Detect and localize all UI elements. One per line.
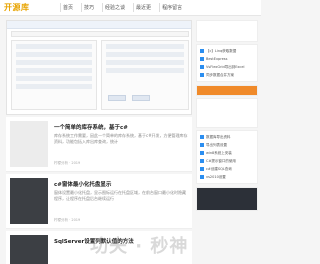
sidebar-link-label: 【c】Linq获取数据 xyxy=(206,49,237,53)
window-button xyxy=(132,95,150,101)
sidebar-link[interactable]: 数据库导出资料 xyxy=(200,133,254,141)
bullet-icon xyxy=(200,159,204,163)
sidebar-link-label: vs2010设置 xyxy=(206,175,226,179)
sidebar-link[interactable]: 同步数据合并方案 xyxy=(200,71,254,79)
sidebar-link-label: 导出列表设置 xyxy=(206,143,227,147)
sidebar-ad-dark[interactable] xyxy=(196,187,258,211)
sidebar-link-label: c#创建SQL查询 xyxy=(206,167,232,171)
article-excerpt: 库存系统工作需要，因此一个简单的库存系统，基于c#开发，方便管理库存资料，功能包… xyxy=(54,133,188,144)
main-column: 一个简单的库存系统，基于c# 库存系统工作需要，因此一个简单的库存系统，基于c#… xyxy=(6,20,192,264)
sidebar-link[interactable]: 导出列表设置 xyxy=(200,141,254,149)
bullet-icon xyxy=(200,49,204,53)
featured-screenshot[interactable] xyxy=(6,20,192,115)
article-meta: 柠檬分析 · 2019 xyxy=(54,218,81,222)
bullet-icon xyxy=(200,175,204,179)
sidebar-link[interactable]: 【c】Linq获取数据 xyxy=(200,47,254,55)
article-meta: 柠檬分析 · 2019 xyxy=(54,161,81,165)
sidebar-link-label: C#提示窗口的使用 xyxy=(206,159,236,163)
top-nav-bar: 开源库 首页 技巧 经验之谈 最近更 程序留言 xyxy=(0,0,261,16)
window-title-bar xyxy=(7,21,191,29)
bullet-icon xyxy=(200,73,204,77)
bullet-icon xyxy=(200,65,204,69)
site-logo[interactable]: 开源库 xyxy=(4,2,30,13)
sidebar: 【c】Linq获取数据 BestExpress VsFlexGrid导出到Exc… xyxy=(196,20,258,213)
sidebar-list: 【c】Linq获取数据 BestExpress VsFlexGrid导出到Exc… xyxy=(196,44,258,82)
sidebar-ad[interactable] xyxy=(196,98,258,128)
bullet-icon xyxy=(200,57,204,61)
sidebar-link[interactable]: VsFlexGrid导出到Excel xyxy=(200,63,254,71)
sidebar-link-label: 同步数据合并方案 xyxy=(206,73,234,77)
bullet-icon xyxy=(200,135,204,139)
article-thumbnail[interactable] xyxy=(10,235,48,264)
nav-item-tips[interactable]: 技巧 xyxy=(81,3,96,12)
main-nav: 首页 技巧 经验之谈 最近更 程序留言 xyxy=(60,3,184,12)
article-card[interactable]: 一个简单的库存系统，基于c# 库存系统工作需要，因此一个简单的库存系统，基于c#… xyxy=(6,117,192,172)
sidebar-link[interactable]: win8系统上安装 xyxy=(200,149,254,157)
article-title[interactable]: c#窗体最小化托盘显示 xyxy=(54,180,111,188)
sidebar-link-label: 数据库导出资料 xyxy=(206,135,231,139)
sidebar-link[interactable]: c#创建SQL查询 xyxy=(200,165,254,173)
article-thumbnail[interactable] xyxy=(10,121,48,167)
sidebar-list: 数据库导出资料 导出列表设置 win8系统上安装 C#提示窗口的使用 c#创建S… xyxy=(196,130,258,184)
window-button xyxy=(108,95,126,101)
nav-item-experience[interactable]: 经验之谈 xyxy=(102,3,127,12)
sidebar-link[interactable]: vs2010设置 xyxy=(200,173,254,181)
nav-item-recent[interactable]: 最近更 xyxy=(133,3,153,12)
sidebar-link-label: BestExpress xyxy=(206,57,228,61)
watermark: 功夫 · 秒神 xyxy=(90,236,189,257)
bullet-icon xyxy=(200,143,204,147)
sidebar-banner[interactable] xyxy=(196,20,258,42)
nav-item-message[interactable]: 程序留言 xyxy=(159,3,184,12)
article-title[interactable]: 一个简单的库存系统，基于c# xyxy=(54,123,128,131)
bullet-icon xyxy=(200,167,204,171)
page: 开源库 首页 技巧 经验之谈 最近更 程序留言 一个简单的库存系统，基于c# 库 xyxy=(0,0,261,264)
sidebar-ad-orange[interactable] xyxy=(196,85,258,96)
sidebar-link[interactable]: C#提示窗口的使用 xyxy=(200,157,254,165)
sidebar-link[interactable]: BestExpress xyxy=(200,55,254,63)
sidebar-link-label: VsFlexGrid导出到Excel xyxy=(206,65,245,69)
article-excerpt: 窗体设置最小化托盘，显示图标运行在托盘区域，在前台窗口最小化时隐藏程序，让程序在… xyxy=(54,190,186,201)
window-right-pane xyxy=(101,40,189,110)
article-card[interactable]: c#窗体最小化托盘显示 窗体设置最小化托盘，显示图标运行在托盘区域，在前台窗口最… xyxy=(6,174,192,229)
sidebar-link-label: win8系统上安装 xyxy=(206,151,232,155)
window-toolbar xyxy=(11,31,189,37)
nav-item-home[interactable]: 首页 xyxy=(60,3,75,12)
article-thumbnail[interactable] xyxy=(10,178,48,224)
bullet-icon xyxy=(200,151,204,155)
window-left-pane xyxy=(11,40,97,110)
